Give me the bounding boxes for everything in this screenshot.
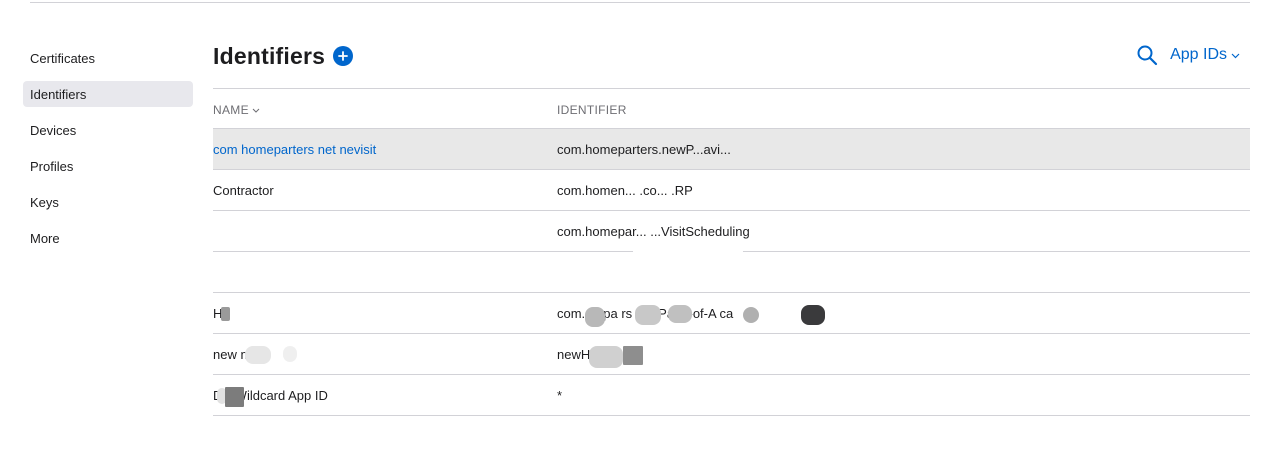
redaction-blot xyxy=(743,307,759,323)
redaction-blot xyxy=(245,346,271,364)
sidebar-item-label: Certificates xyxy=(30,50,96,66)
table-row[interactable]: H com. nepa rs me-Pa rs-of-A ca xyxy=(213,293,1250,334)
redaction-blot xyxy=(585,307,605,327)
table-row[interactable]: com homeparters net nevisit com.homepart… xyxy=(213,129,1250,170)
row-name: com homeparters net nevisit xyxy=(213,142,377,157)
sidebar-item-label: Profiles xyxy=(30,158,74,174)
row-identifier: newH xyxy=(557,347,591,362)
identifier-column-header: IDENTIFIER xyxy=(557,103,627,117)
sidebar-item-devices[interactable]: Devices xyxy=(23,117,193,143)
sidebar-item-more[interactable]: More xyxy=(23,225,193,251)
sidebar-item-certificates[interactable]: Certificates xyxy=(23,45,193,71)
row-identifier: * xyxy=(557,388,563,403)
row-identifier: com.homen... .co... .RP xyxy=(557,183,693,198)
name-column-header[interactable]: NAME xyxy=(213,103,260,117)
redaction-blot xyxy=(589,346,623,368)
table-row[interactable]: new me . newH xyxy=(213,334,1250,375)
redaction-blot xyxy=(801,305,825,325)
redaction-blot xyxy=(225,387,244,407)
sidebar-item-label: Devices xyxy=(30,122,77,138)
title-row: Identifiers xyxy=(213,40,354,72)
row-identifier: com.homepar... ...VisitScheduling xyxy=(557,224,750,239)
identifier-column-label: IDENTIFIER xyxy=(557,103,627,117)
app-ids-filter-dropdown[interactable]: App IDs xyxy=(1170,46,1240,64)
row-name: Contractor xyxy=(213,183,274,198)
add-identifier-button[interactable] xyxy=(333,46,354,66)
sidebar-item-label: More xyxy=(30,230,60,246)
redaction-blot xyxy=(633,244,743,284)
table-header: NAME IDENTIFIER xyxy=(213,88,1250,129)
identifiers-table: NAME IDENTIFIER com homeparters net nevi… xyxy=(213,88,1250,416)
sidebar-item-profiles[interactable]: Profiles xyxy=(23,153,193,179)
redaction-blot xyxy=(623,346,643,365)
redaction-blot xyxy=(283,346,297,362)
sidebar-item-label: Keys xyxy=(30,194,59,210)
top-divider xyxy=(30,2,1250,3)
search-icon[interactable] xyxy=(1136,44,1158,66)
plus-icon xyxy=(338,51,349,61)
sidebar-item-keys[interactable]: Keys xyxy=(23,189,193,215)
table-row[interactable] xyxy=(213,244,1250,293)
filter-label: App IDs xyxy=(1170,46,1227,63)
name-column-label: NAME xyxy=(213,103,249,117)
sidebar-item-identifiers[interactable]: Identifiers xyxy=(23,81,193,107)
table-row[interactable]: Contractor com.homen... .co... .RP xyxy=(213,170,1250,211)
table-row[interactable]: DS Wildcard App ID * xyxy=(213,375,1250,416)
header-tools: App IDs xyxy=(1136,44,1240,66)
chevron-down-icon xyxy=(1231,53,1240,58)
row-identifier: com.homeparters.newP...avi... xyxy=(557,142,731,157)
redaction-blot xyxy=(635,305,661,325)
sort-chevron-down-icon xyxy=(252,108,260,113)
sidebar-nav: Certificates Identifiers Devices Profile… xyxy=(23,45,193,261)
redaction-blot xyxy=(668,305,692,323)
sidebar-item-label: Identifiers xyxy=(30,86,87,102)
page-title: Identifiers xyxy=(213,42,326,69)
redaction-blot xyxy=(221,307,230,321)
